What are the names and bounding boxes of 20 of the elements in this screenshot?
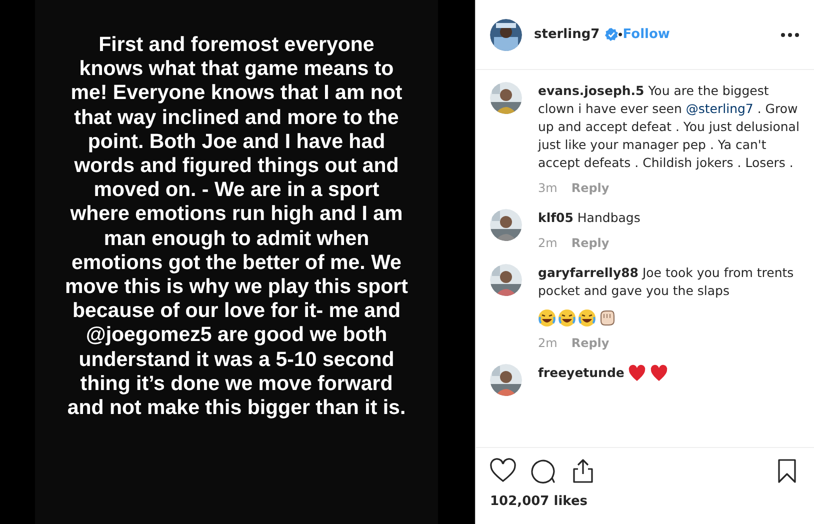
likes-count: 102,007 likes	[490, 494, 588, 509]
username[interactable]: sterling7	[534, 27, 600, 42]
heart-icon[interactable]	[490, 458, 516, 484]
reply-button[interactable]: Reply	[571, 336, 610, 350]
mention-link[interactable]: @sterling7	[686, 101, 754, 116]
comment-icon[interactable]	[530, 458, 556, 484]
comment-text: evans.joseph.5 You are the biggest clown i have ever seen @sterling7 . Grow up and accept defeat . You just delusional just like your manager pep . Ya can't accept defeats . Childish jokers . Losers .	[538, 82, 800, 172]
comment-username[interactable]: freeyetunde	[538, 364, 624, 382]
reply-button[interactable]: Reply	[571, 181, 610, 195]
comment-text: garyfarrelly88 Joe took you from trents pocket and gave you the slaps	[538, 264, 795, 300]
separator-dot: •	[616, 28, 624, 42]
follow-button[interactable]: Follow	[622, 27, 670, 42]
share-icon[interactable]	[570, 458, 596, 484]
reply-button[interactable]: Reply	[571, 236, 610, 250]
comment-time: 2m	[538, 336, 558, 350]
more-options-icon[interactable]	[780, 32, 800, 38]
story-text: First and foremost everyone knows what that game means to me! Everyone knows that I am not that way inclined and more to the point. Both Joe and I have had words and figured things out and moved on. - We are in a sport where emotions run high and I am man enough to admit when emotions got the better of me. We move this is why we play this sport because of our love for it- me and @joegomez5 are good we both understand it was a 5-10 second thing it’s done we move forward and not make this bigger than it is.	[64, 33, 409, 420]
comment-text: klf05 Handbags	[538, 209, 642, 227]
comment-time: 2m	[538, 236, 558, 250]
comment-time: 3m	[538, 181, 558, 195]
